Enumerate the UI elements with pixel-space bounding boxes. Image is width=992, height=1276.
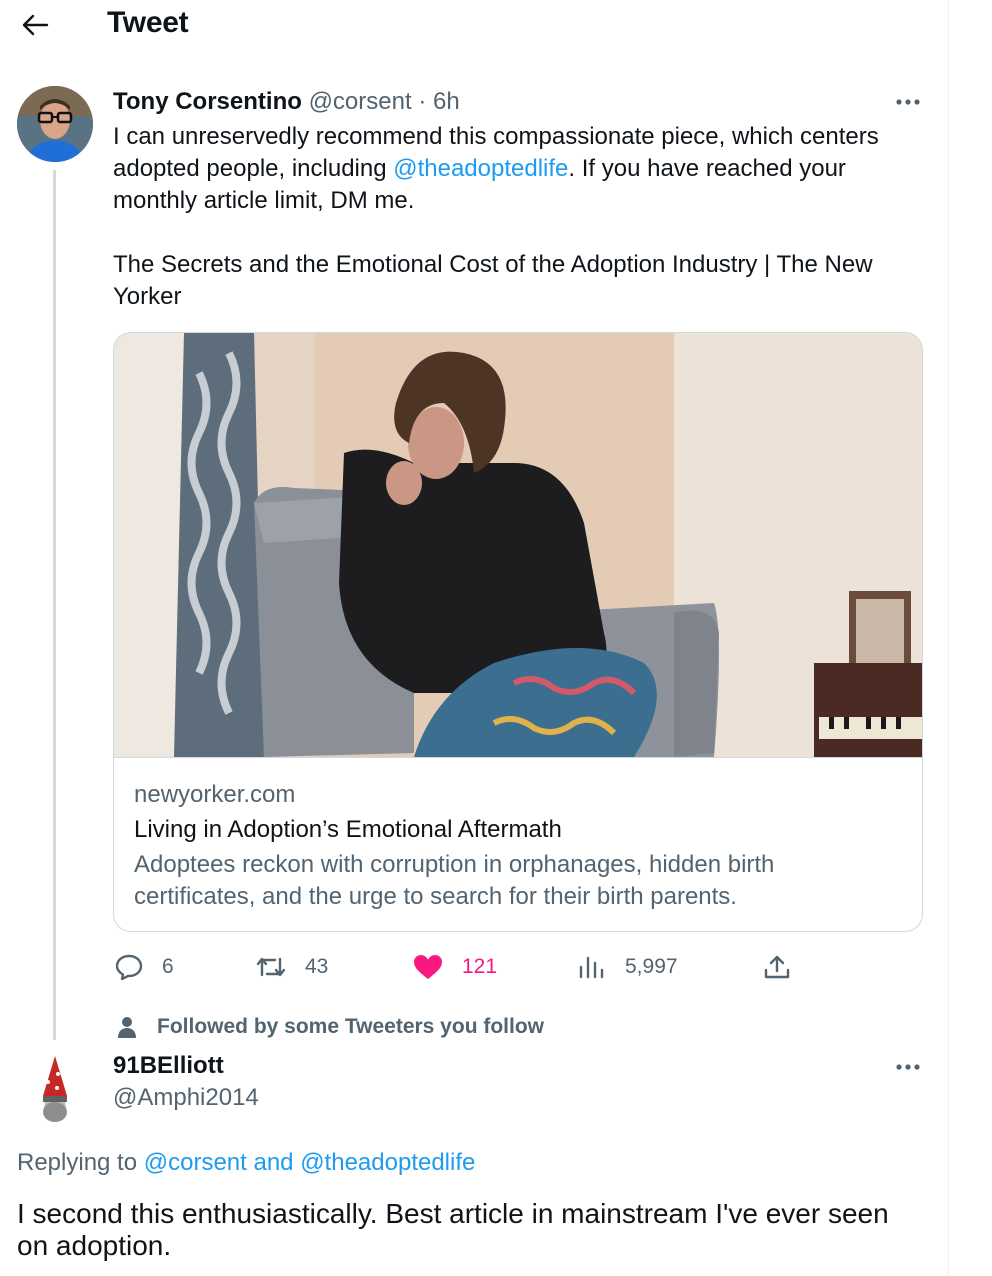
page-title: Tweet <box>107 6 189 39</box>
retweet-button[interactable]: 43 <box>256 947 328 987</box>
views-chart-icon <box>579 956 604 979</box>
retweet-count: 43 <box>305 955 329 978</box>
mention-link[interactable]: @theadoptedlife <box>393 155 568 182</box>
reply-count: 6 <box>162 955 174 978</box>
author-avatar[interactable] <box>17 86 93 162</box>
thread-line <box>53 170 56 1040</box>
card-body: newyorker.com Living in Adoption’s Emoti… <box>114 757 922 931</box>
more-dots-icon <box>896 1064 920 1070</box>
reply-author-handle[interactable]: @Amphi2014 <box>113 1083 259 1113</box>
page-header: Tweet <box>0 0 948 50</box>
card-description: Adoptees reckon with corruption in orpha… <box>134 851 775 910</box>
social-context: Followed by some Tweeters you follow <box>113 1012 544 1042</box>
replying-to: Replying to @corsent and @theadoptedlife <box>17 1149 475 1177</box>
like-button[interactable]: 121 <box>413 947 497 987</box>
arrow-left-icon <box>22 14 49 36</box>
tweet-time[interactable]: 6h <box>433 88 460 115</box>
card-image <box>114 333 922 757</box>
views-count: 5,997 <box>625 955 678 978</box>
tweet-text: I can unreservedly recommend this compas… <box>113 121 913 313</box>
replying-to-links[interactable]: @corsent and @theadoptedlife <box>144 1149 476 1176</box>
views-button[interactable]: 5,997 <box>578 947 678 987</box>
back-button[interactable] <box>18 8 52 42</box>
link-card[interactable]: newyorker.com Living in Adoption’s Emoti… <box>113 332 923 932</box>
social-context-label: Followed by some Tweeters you follow <box>157 1015 545 1038</box>
more-options-button[interactable] <box>892 92 924 112</box>
tweet-actions: 6 43 121 5,997 <box>113 947 803 987</box>
more-dots-icon <box>896 99 920 105</box>
reply-author-name[interactable]: 91BElliott <box>113 1051 224 1081</box>
separator-dot: · <box>418 88 427 115</box>
author-handle[interactable]: @corsent <box>309 88 412 115</box>
reply-icon <box>115 954 143 980</box>
reply-more-options-button[interactable] <box>892 1057 924 1077</box>
share-button[interactable] <box>763 947 791 987</box>
avatar-image <box>17 86 93 162</box>
heart-icon <box>414 955 442 979</box>
share-icon <box>764 955 790 979</box>
avatar-image <box>17 1052 93 1128</box>
tweet-paragraph-2: The Secrets and the Emotional Cost of th… <box>113 251 873 310</box>
person-icon <box>113 1016 141 1038</box>
tweet-paragraph-1: I can unreservedly recommend this compas… <box>113 121 913 217</box>
column-divider <box>948 0 949 1276</box>
card-domain: newyorker.com <box>134 781 296 808</box>
tweet-author-row: Tony Corsentino @corsent · 6h <box>113 87 460 117</box>
reply-text: I second this enthusiastically. Best art… <box>17 1198 889 1261</box>
replying-prefix: Replying to <box>17 1149 144 1176</box>
author-name[interactable]: Tony Corsentino <box>113 88 302 115</box>
card-title: Living in Adoption’s Emotional Aftermath <box>134 816 562 843</box>
reply-button[interactable]: 6 <box>115 947 174 987</box>
like-count: 121 <box>462 955 498 978</box>
retweet-icon <box>256 957 286 977</box>
reply-author-avatar[interactable] <box>17 1052 93 1128</box>
